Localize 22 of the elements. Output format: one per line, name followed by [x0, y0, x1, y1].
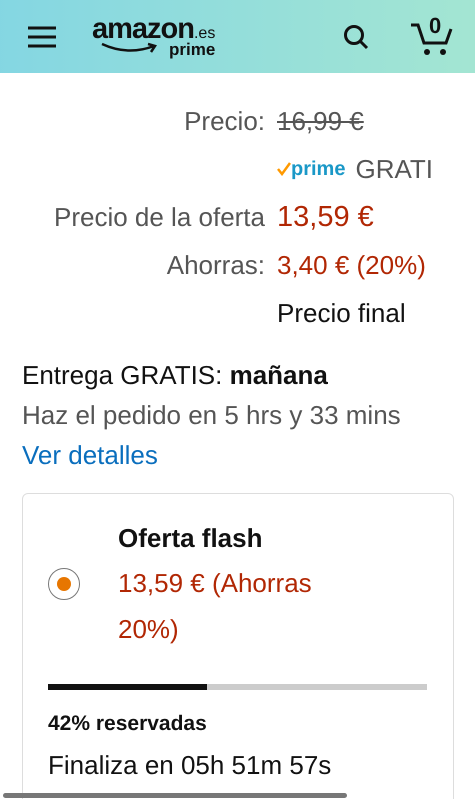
claimed-text: 42% reservadas: [48, 712, 208, 736]
radio-button[interactable]: [48, 568, 80, 600]
deal-price: 13,59 € (Ahorras 20%): [118, 567, 313, 646]
shipping-value: GRATI: [355, 153, 433, 186]
deal-title: Oferta flash: [118, 522, 264, 555]
cart-button[interactable]: 0: [411, 16, 453, 56]
menu-icon[interactable]: [28, 26, 56, 48]
prime-badge: prime: [277, 158, 346, 180]
deal-countdown: Finaliza en 05h 51m 57s: [48, 750, 332, 781]
price-value: Precio final: [277, 297, 407, 330]
store-logo[interactable]: amazon.es prime: [92, 14, 216, 60]
price-label: Precio de la oferta: [52, 201, 266, 234]
price-value: 3,40 € (20%): [277, 249, 427, 282]
delivery-date: Entrega GRATIS: mañana: [22, 359, 329, 392]
price-value: 13,59 €: [277, 200, 375, 235]
price-value: 16,99 €: [277, 105, 365, 138]
scrollbar[interactable]: [3, 793, 347, 798]
price-label: Precio:: [183, 105, 266, 138]
search-icon[interactable]: [343, 24, 369, 50]
price-label: Ahorras:: [166, 249, 266, 282]
details-link[interactable]: Ver detalles: [22, 440, 158, 470]
delivery-countdown: Haz el pedido en 5 hrs y 33 mins Ver detalles: [22, 399, 402, 472]
